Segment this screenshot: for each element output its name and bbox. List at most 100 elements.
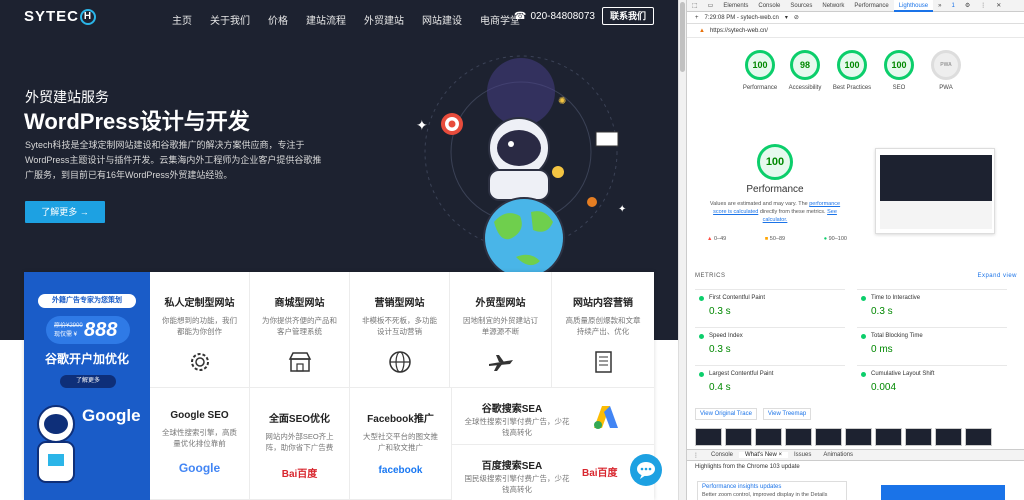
score-pwa[interactable]: PWA PWA <box>921 50 971 92</box>
site-logo[interactable]: SYTEC H <box>24 8 97 25</box>
card-baidu-sea[interactable]: 百度搜索SEA 国民级搜索引擎付费广告，少花钱高转化 Bai百度 <box>452 445 654 500</box>
menu-item-home[interactable]: 主页 <box>172 12 192 27</box>
tab-sources[interactable]: Sources <box>785 0 817 12</box>
menu-item-foreign-site[interactable]: 外贸建站 <box>364 12 404 27</box>
main-menu: 主页 关于我们 价格 建站流程 外贸建站 网站建设 电商学堂 <box>172 12 538 27</box>
menu-item-price[interactable]: 价格 <box>268 12 288 27</box>
drawer-menu-icon[interactable]: ⋮ <box>687 452 705 459</box>
view-original-trace-button[interactable]: View Original Trace <box>695 408 757 420</box>
note-text: Values are estimated and may vary. The <box>709 201 808 207</box>
report-selector[interactable]: 7:29:08 PM - sytech-web.cn <box>705 15 779 21</box>
card-desc: 全球性搜索引擎，高质量优化排位靠前 <box>162 428 237 448</box>
whats-new-title[interactable]: Performance insights updates <box>702 484 842 490</box>
filmstrip <box>695 428 1017 446</box>
clear-icon[interactable]: ⊘ <box>794 14 799 21</box>
promo-banner[interactable]: 外籍广告专家为您策划 原价¥2900 现仅需 ¥ 888 谷歌开户加优化 了解更… <box>24 272 150 500</box>
note-text: directly from these metrics. <box>759 209 826 215</box>
globe-icon <box>388 351 411 373</box>
issues-badge[interactable]: 1 <box>946 0 959 12</box>
metric-name: Largest Contentful Paint <box>709 371 774 377</box>
tab-performance[interactable]: Performance <box>849 0 893 12</box>
card-marketing-site[interactable]: 营销型网站 非模板不死板，多功能设计互动营销 <box>350 272 450 388</box>
triangle-icon: ▲ <box>707 236 714 242</box>
metric-value: 0.3 s <box>871 306 893 317</box>
thumbnail-cards <box>880 201 992 229</box>
card-shop-site[interactable]: 商城型网站 为你提供齐便的产品和客户管理系统 <box>250 272 350 388</box>
facebook-logo: facebook <box>378 465 423 476</box>
learn-more-button[interactable]: 了解更多 → <box>25 201 105 223</box>
drawer-tab-issues[interactable]: Issues <box>788 452 817 458</box>
whats-new-video-thumbnail[interactable] <box>881 485 1005 500</box>
card-google-seo[interactable]: Google SEO 全球性搜索引擎，高质量优化排位靠前 Google <box>150 388 250 500</box>
url-text[interactable]: https://sytech-web.cn/ <box>710 28 768 34</box>
promo-learn-more-button[interactable]: 了解更多 <box>60 375 116 388</box>
whats-new-card[interactable]: Performance insights updates Better zoom… <box>697 481 847 500</box>
card-desc: 非模板不死板，多功能设计互动营销 <box>362 316 437 336</box>
devtools-tabbar: ⬚ ▭ Elements Console Sources Network Per… <box>687 0 1024 12</box>
tab-lighthouse[interactable]: Lighthouse <box>893 0 934 12</box>
logo-text: SYTEC <box>24 8 80 25</box>
inspect-icon[interactable]: ⬚ <box>687 0 703 12</box>
card-title: 私人定制型网站 <box>164 298 235 309</box>
metric-name: Speed Index <box>709 333 743 339</box>
drawer-tab-whats-new[interactable]: What's New × <box>739 452 789 458</box>
close-icon[interactable]: ✕ <box>991 0 1006 12</box>
tab-network[interactable]: Network <box>817 0 849 12</box>
card-facebook[interactable]: Facebook推广 大型社交平台的图文推广和软文推广 facebook <box>350 388 452 500</box>
card-desc: 高质量原创爆款和文章持续产出、优化 <box>565 316 641 336</box>
view-treemap-button[interactable]: View Treemap <box>762 408 812 420</box>
contact-button[interactable]: 联系我们 <box>602 7 654 25</box>
score-performance[interactable]: 100 Performance <box>735 50 785 92</box>
card-foreign-trade-site[interactable]: 外贸型网站 因地制宜的外贸建站订单源源不断 <box>450 272 552 388</box>
menu-item-about[interactable]: 关于我们 <box>210 12 250 27</box>
more-tabs-button[interactable]: » <box>933 0 946 12</box>
device-toggle-icon[interactable]: ▭ <box>703 0 719 12</box>
card-title: 网站内容营销 <box>573 298 633 309</box>
score-value: 100 <box>884 50 914 80</box>
pass-icon <box>699 372 704 377</box>
store-icon <box>288 352 311 372</box>
metric-name: Total Blocking Time <box>871 333 923 339</box>
add-icon[interactable]: + <box>695 15 699 21</box>
card-content-marketing[interactable]: 网站内容营销 高质量原创爆款和文章持续产出、优化 <box>552 272 654 388</box>
card-full-seo[interactable]: 全面SEO优化 网站内外部SEO齐上阵，助你省下广告费 Bai百度 <box>250 388 350 500</box>
card-desc: 为你提供齐便的产品和客户管理系统 <box>262 316 337 336</box>
drawer-tab-console[interactable]: Console <box>705 452 739 458</box>
score-accessibility[interactable]: 98 Accessibility <box>780 50 830 92</box>
tab-elements[interactable]: Elements <box>718 0 753 12</box>
page-screenshot-thumbnail[interactable] <box>875 148 995 234</box>
legend-label: 90–100 <box>828 236 847 242</box>
pass-icon <box>861 372 866 377</box>
pass-icon <box>861 334 866 339</box>
filmstrip-frame <box>815 428 842 446</box>
promo-old-price: 原价¥2900 <box>54 323 83 329</box>
gear-icon[interactable]: ⚙ <box>960 0 975 12</box>
score-best-practices[interactable]: 100 Best Practices <box>827 50 877 92</box>
tab-console[interactable]: Console <box>753 0 785 12</box>
card-google-sea[interactable]: 谷歌搜索SEA 全球性搜索引擎付费广告，少花钱高转化 <box>452 388 654 445</box>
filmstrip-frame <box>905 428 932 446</box>
drawer-tab-animations[interactable]: Animations <box>817 452 859 458</box>
score-seo[interactable]: 100 SEO <box>874 50 924 92</box>
phone-number: ☎ 020-84808073 <box>514 11 595 22</box>
site-scrollbar[interactable] <box>678 0 686 500</box>
svg-text:✺: ✺ <box>558 96 566 107</box>
chat-button[interactable] <box>630 454 662 486</box>
more-options-icon[interactable]: ⋮ <box>975 0 991 12</box>
menu-item-site-build[interactable]: 网站建设 <box>422 12 462 27</box>
score-value: 100 <box>837 50 867 80</box>
lighthouse-icon: ▲ <box>699 27 705 34</box>
metric-name: Time to Interactive <box>871 295 921 301</box>
menu-item-process[interactable]: 建站流程 <box>306 12 346 27</box>
card-custom-site[interactable]: 私人定制型网站 你能想到的功能，我们都能为你创作 <box>150 272 250 388</box>
card-title: 外贸型网站 <box>475 298 526 309</box>
chevron-down-icon[interactable]: ▾ <box>785 14 788 21</box>
hero-description: Sytech科技是全球定制网站建设和谷歌推广的解决方案供应商，专注于WordPr… <box>25 140 322 180</box>
score-label: Performance <box>742 85 778 91</box>
pass-icon <box>699 334 704 339</box>
google-logo: Google <box>178 461 221 475</box>
scrollbar-thumb[interactable] <box>680 2 685 72</box>
expand-view-toggle[interactable]: Expand view <box>977 273 1017 279</box>
svg-text:✦: ✦ <box>618 204 626 215</box>
phone-icon: ☎ <box>514 11 527 22</box>
